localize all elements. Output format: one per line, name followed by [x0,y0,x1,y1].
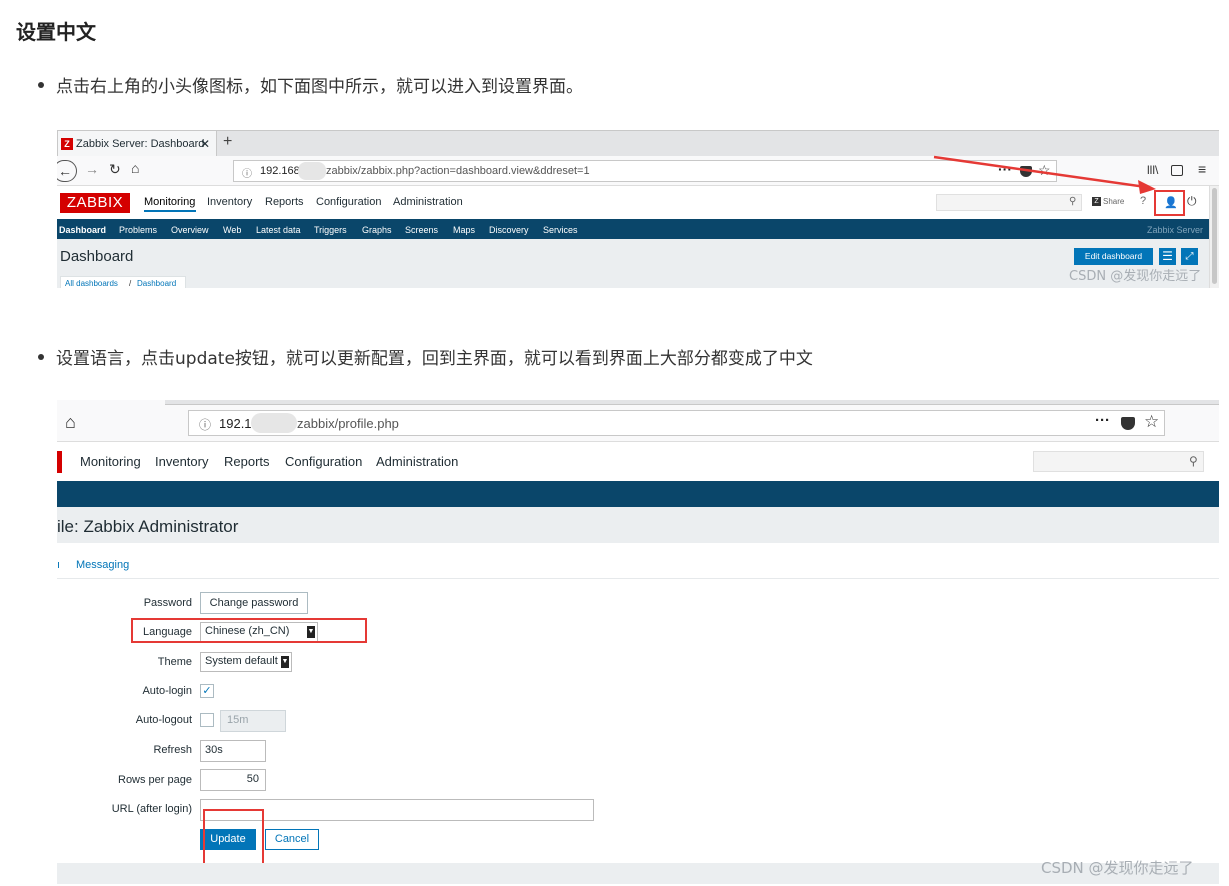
sub-nav [57,481,1219,507]
nav-configuration[interactable]: Configuration [285,454,362,469]
auto-login-label: Auto-login [142,685,192,697]
theme-value: System default [205,655,278,667]
annotation-arrow-1-head [1138,180,1156,194]
refresh-input[interactable]: 30s [200,740,266,762]
pocket-icon[interactable] [1121,417,1135,430]
auto-logout-checkbox[interactable] [200,713,214,727]
header-search-input[interactable]: ⚲ [1033,451,1204,472]
nav-reports[interactable]: Reports [224,454,270,469]
nav-monitoring[interactable]: Monitoring [80,454,141,469]
change-password-button[interactable]: Change password [200,592,308,614]
auto-logout-label: Auto-logout [135,714,192,726]
annotation-box-update [203,809,264,865]
url-path: zabbix/profile.php [297,416,399,431]
nav-administration[interactable]: Administration [376,454,458,469]
page-actions-icon[interactable]: ··· [1095,412,1110,429]
theme-label: Theme [157,656,192,668]
tab-messaging[interactable]: Messaging [76,559,129,571]
page-title: ile: Zabbix Administrator [57,517,239,536]
auto-logout-input[interactable]: 15m [220,710,286,732]
url-bar[interactable]: ⓘ 192.1 zabbix/profile.php ··· ☆ [188,410,1165,436]
zabbix-logo-fragment [57,451,62,473]
url-after-login-label: URL (after login) [111,803,192,815]
watermark: CSDN @发现你走远了 [1041,859,1194,877]
profile-screenshot: ⌂ ⓘ 192.1 zabbix/profile.php ··· ☆ Monit… [57,400,1219,884]
search-icon: ⚲ [1189,454,1198,468]
tab-user-cut[interactable]: ı [57,559,60,571]
profile-tabs [57,543,1219,579]
chevron-down-icon: ▼ [281,656,289,668]
annotation-arrow-1-line [933,155,1147,189]
theme-select[interactable]: System default ▼ [200,652,292,672]
info-icon: ⓘ [199,418,212,432]
refresh-label: Refresh [153,744,192,756]
rows-per-page-label: Rows per page [118,774,192,786]
nav-inventory[interactable]: Inventory [155,454,208,469]
cancel-button[interactable]: Cancel [265,829,319,850]
rows-per-page-input[interactable]: 50 [200,769,266,791]
url-host: 192.1 [219,416,252,431]
home-icon[interactable]: ⌂ [65,412,76,433]
bookmark-star-icon[interactable]: ☆ [1144,412,1159,432]
annotation-box-language [131,618,367,643]
auto-login-checkbox[interactable]: ✓ [200,684,214,698]
browser-tab-strip [165,400,1219,405]
redacted-blur [251,413,297,433]
password-label: Password [143,597,192,609]
